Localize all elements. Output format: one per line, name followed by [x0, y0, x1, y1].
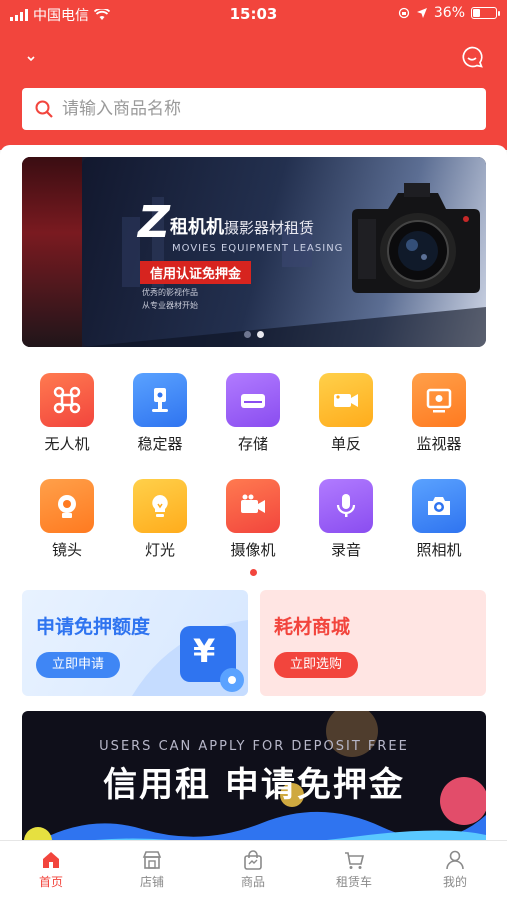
- banner-brand: 租机机摄影器材租赁: [170, 217, 315, 238]
- photo-camera-icon: [412, 479, 466, 533]
- tab-shopping-bag[interactable]: 商品: [203, 849, 303, 890]
- banner-english: MOVIES EQUIPMENT LEASING: [172, 243, 344, 254]
- chevron-down-icon[interactable]: [24, 52, 38, 66]
- category-label: 无人机: [44, 435, 90, 453]
- category-label: 灯光: [144, 541, 175, 559]
- search-bar[interactable]: [22, 88, 486, 130]
- search-input[interactable]: [60, 98, 444, 120]
- promo-banner[interactable]: USERS CAN APPLY FOR DEPOSIT FREE 信用租 申请免…: [22, 711, 486, 840]
- carousel-indicator: [244, 331, 264, 338]
- category-label: 镜头: [51, 541, 82, 559]
- category-page-indicator: [250, 569, 257, 576]
- user-icon: [405, 849, 505, 871]
- chat-icon[interactable]: [460, 45, 484, 69]
- banner-tag: 信用认证免押金: [140, 261, 252, 284]
- consumables-card[interactable]: 耗材商城 立即选购: [260, 590, 486, 696]
- category-item[interactable]: 无人机: [27, 373, 107, 454]
- drone-icon: [40, 373, 94, 427]
- category-item[interactable]: 存储: [213, 373, 293, 454]
- tab-user[interactable]: 我的: [405, 849, 505, 890]
- lock-rotation-icon: [398, 7, 410, 19]
- tab-bar: 首页 店铺 商品 租赁车 我的: [0, 840, 507, 901]
- microphone-icon: [319, 479, 373, 533]
- battery-percent: 36%: [433, 5, 465, 21]
- banner-z-logo: Z: [138, 197, 170, 248]
- tab-label: 首页: [38, 875, 63, 889]
- tab-label: 店铺: [139, 875, 164, 889]
- camcorder-icon: [226, 479, 280, 533]
- category-label: 稳定器: [137, 435, 183, 453]
- category-item[interactable]: 灯光: [120, 479, 200, 560]
- light-bulb-icon: [133, 479, 187, 533]
- deposit-card[interactable]: ¥ 申请免押额度 立即申请: [22, 590, 248, 696]
- category-label: 摄像机: [230, 541, 276, 559]
- category-item[interactable]: 稳定器: [120, 373, 200, 454]
- camera-image: [352, 183, 480, 293]
- consumables-card-title: 耗材商城: [274, 616, 351, 638]
- location-icon: [416, 8, 427, 18]
- store-icon: [102, 849, 202, 871]
- category-item[interactable]: 照相机: [399, 479, 479, 560]
- video-camera-icon: [319, 373, 373, 427]
- status-bar: 中国电信 15:03 36%: [0, 0, 507, 28]
- banner-prev-slide: [22, 157, 82, 347]
- category-item[interactable]: 录音: [306, 479, 386, 560]
- category-label: 监视器: [416, 435, 462, 453]
- cart-icon: [304, 849, 404, 871]
- gimbal-icon: [133, 373, 187, 427]
- banner-subtitle-1: 优秀的影视作品: [142, 288, 198, 297]
- tab-cart[interactable]: 租赁车: [304, 849, 404, 890]
- category-item[interactable]: 镜头: [27, 479, 107, 560]
- tab-store[interactable]: 店铺: [102, 849, 202, 890]
- header: 中国电信 15:03 36%: [0, 0, 507, 150]
- shopping-bag-icon: [203, 849, 303, 871]
- category-item[interactable]: 单反: [306, 373, 386, 454]
- lens-icon: [40, 479, 94, 533]
- monitor-icon: [412, 373, 466, 427]
- tab-label: 租赁车: [335, 875, 372, 889]
- yen-icon: ¥: [193, 632, 216, 670]
- category-label: 单反: [330, 435, 361, 453]
- tab-label: 商品: [240, 875, 265, 889]
- deposit-card-title: 申请免押额度: [36, 616, 151, 638]
- battery-icon: [471, 7, 500, 19]
- category-item[interactable]: 摄像机: [213, 479, 293, 560]
- tab-label: 我的: [442, 875, 467, 889]
- category-label: 照相机: [416, 541, 462, 559]
- tab-home[interactable]: 首页: [1, 849, 101, 890]
- promo-english: USERS CAN APPLY FOR DEPOSIT FREE: [99, 739, 409, 754]
- home-icon: [1, 849, 101, 871]
- apply-now-button[interactable]: 立即申请: [36, 652, 121, 678]
- storage-icon: [226, 373, 280, 427]
- category-label: 录音: [330, 541, 361, 559]
- banner-subtitle-2: 从专业器材开始: [142, 301, 198, 310]
- main-content: Z 租机机摄影器材租赁 MOVIES EQUIPMENT LEASING 信用认…: [0, 145, 507, 840]
- category-label: 存储: [237, 435, 268, 453]
- shop-now-button[interactable]: 立即选购: [274, 652, 359, 678]
- banner-carousel[interactable]: Z 租机机摄影器材租赁 MOVIES EQUIPMENT LEASING 信用认…: [22, 157, 486, 347]
- category-item[interactable]: 监视器: [399, 373, 479, 454]
- promo-headline: 信用租 申请免押金: [103, 765, 405, 805]
- search-icon: [35, 100, 53, 118]
